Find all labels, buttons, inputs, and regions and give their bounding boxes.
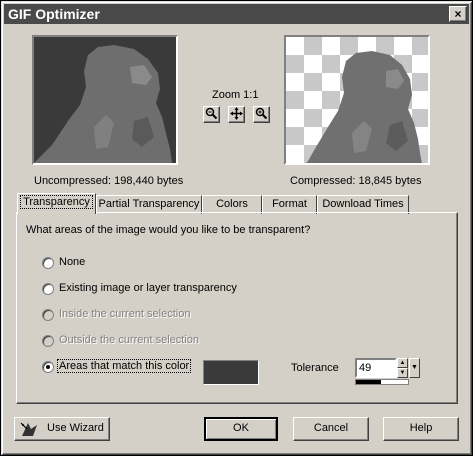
compressed-size-label: Compressed: 18,845 bytes <box>290 175 422 187</box>
tolerance-slider-dropdown[interactable]: ▼ <box>409 358 420 378</box>
pan-icon <box>230 107 243 120</box>
frog-image-compressed <box>306 51 422 163</box>
uncompressed-size-label: Uncompressed: 198,440 bytes <box>34 175 184 187</box>
help-button[interactable]: Help <box>383 417 459 441</box>
radio-button[interactable] <box>42 361 54 373</box>
zoom-in-icon <box>205 107 218 120</box>
compressed-preview[interactable] <box>284 35 430 165</box>
tab-transparency-label: Transparency <box>20 195 93 209</box>
tolerance-input[interactable]: 49 <box>355 358 397 378</box>
radio-label: Outside the current selection <box>59 334 200 346</box>
ok-button[interactable]: OK <box>204 417 278 441</box>
radio-label: None <box>59 256 86 268</box>
wizard-icon <box>20 422 37 436</box>
use-wizard-button[interactable]: Use Wizard <box>14 417 110 441</box>
cancel-button[interactable]: Cancel <box>293 417 369 441</box>
tolerance-up-button[interactable]: ▲ <box>397 358 408 368</box>
zoom-in-button[interactable] <box>203 106 220 123</box>
uncompressed-preview[interactable] <box>32 35 178 165</box>
tolerance-down-button[interactable]: ▼ <box>397 368 408 378</box>
match-color-swatch[interactable] <box>203 360 259 385</box>
title-bar[interactable]: GIF Optimizer × <box>4 4 469 24</box>
radio-label: Existing image or layer transparency <box>59 282 237 294</box>
tab-transparency[interactable]: Transparency <box>17 193 96 214</box>
tolerance-label: Tolerance <box>291 362 339 374</box>
radio-label: Areas that match this color <box>57 359 192 373</box>
window-title: GIF Optimizer <box>8 6 100 22</box>
radio-button <box>42 309 54 321</box>
tolerance-bar <box>355 379 409 385</box>
radio-button[interactable] <box>42 283 54 295</box>
close-button[interactable]: × <box>449 6 467 22</box>
zoom-label: Zoom 1:1 <box>212 89 259 101</box>
radio-label: Inside the current selection <box>59 308 191 320</box>
radio-button[interactable] <box>42 257 54 269</box>
tolerance-bar-fill <box>356 380 382 384</box>
pan-button[interactable] <box>228 106 245 123</box>
zoom-out-button[interactable] <box>253 106 270 123</box>
zoom-out-icon <box>255 107 268 120</box>
use-wizard-label: Use Wizard <box>47 422 104 434</box>
transparency-question: What areas of the image would you like t… <box>26 224 311 236</box>
frog-image <box>34 45 172 163</box>
radio-button <box>42 335 54 347</box>
